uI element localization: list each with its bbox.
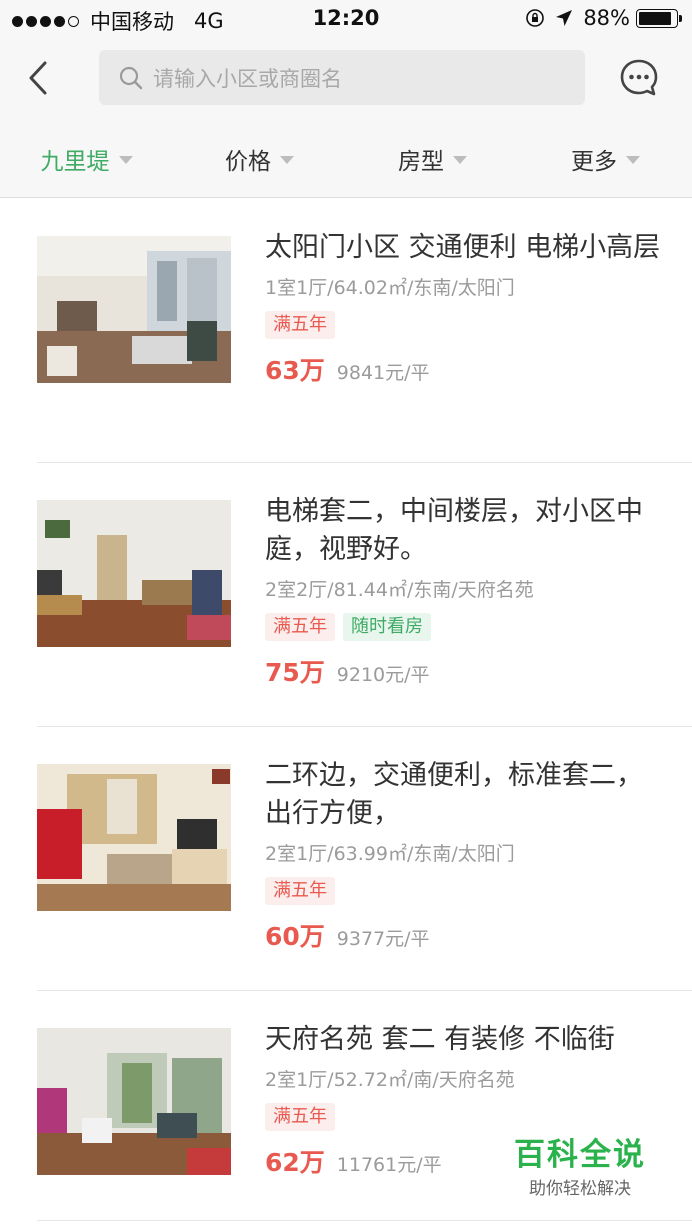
tag-five-years: 满五年 (265, 613, 335, 641)
filter-area[interactable]: 九里堤 (0, 120, 173, 197)
watermark-title: 百科全说 (508, 1125, 652, 1174)
search-input[interactable]: 请输入小区或商圈名 (99, 50, 585, 105)
caret-down-icon (280, 155, 294, 164)
listing-info: 电梯套二，中间楼层，对小区中庭，视野好。 2室2厅/81.44㎡/东南/天府名苑… (265, 493, 665, 689)
listing-price: 63万 (265, 356, 325, 385)
listing-meta: 2室2厅/81.44㎡/东南/天府名苑 (265, 579, 534, 601)
listing-unit-price: 9377元/平 (336, 928, 430, 950)
listing-meta: 2室1厅/52.72㎡/南/天府名苑 (265, 1069, 515, 1091)
listing-unit-price: 9210元/平 (336, 664, 430, 686)
search-icon (119, 66, 143, 89)
listing-item[interactable]: 太阳门小区 交通便利 电梯小高层 1室1厅/64.02㎡/东南/太阳门 满五年 … (37, 199, 692, 463)
listing-photo (37, 236, 231, 383)
listing-info: 二环边，交通便利，标准套二，出行方便， 2室1厅/63.99㎡/东南/太阳门 满… (265, 757, 665, 953)
listing-title: 电梯套二，中间楼层，对小区中庭，视野好。 (265, 496, 643, 565)
caret-down-icon (626, 155, 640, 164)
chat-bubble-icon (620, 59, 658, 96)
listing-list: 太阳门小区 交通便利 电梯小高层 1室1厅/64.02㎡/东南/太阳门 满五年 … (0, 199, 692, 1221)
listing-meta: 2室1厅/63.99㎡/东南/太阳门 (265, 843, 515, 865)
filter-layout-label: 房型 (398, 148, 444, 175)
status-bar: 中国移动 4G 12:20 88% (0, 0, 692, 40)
listing-title: 二环边，交通便利，标准套二，出行方便， (265, 760, 643, 829)
watermark-subtitle: 助你轻松解决 (523, 1174, 637, 1201)
battery-percent: 88% (583, 6, 630, 30)
tag-viewing-anytime: 随时看房 (343, 613, 431, 641)
listing-item[interactable]: 二环边，交通便利，标准套二，出行方便， 2室1厅/63.99㎡/东南/太阳门 满… (37, 727, 692, 991)
listing-meta: 1室1厅/64.02㎡/东南/太阳门 (265, 277, 515, 299)
listing-price: 62万 (265, 1148, 325, 1177)
filter-bar: 九里堤 价格 房型 更多 (0, 120, 692, 198)
price-row: 60万 9377元/平 (265, 917, 665, 953)
listing-info: 太阳门小区 交通便利 电梯小高层 1室1厅/64.02㎡/东南/太阳门 满五年 … (265, 229, 665, 387)
listing-item[interactable]: 电梯套二，中间楼层，对小区中庭，视野好。 2室2厅/81.44㎡/东南/天府名苑… (37, 463, 692, 727)
filter-price[interactable]: 价格 (173, 120, 346, 197)
back-button[interactable] (18, 56, 58, 100)
price-row: 63万 9841元/平 (265, 351, 665, 387)
search-placeholder: 请输入小区或商圈名 (153, 66, 342, 91)
listing-photo (37, 764, 231, 911)
filter-price-label: 价格 (225, 148, 271, 175)
battery-icon (636, 8, 682, 28)
listing-unit-price: 11761元/平 (336, 1154, 442, 1176)
location-arrow-icon (555, 9, 573, 27)
tag-five-years: 满五年 (265, 877, 335, 905)
listing-tags: 满五年 (265, 877, 665, 905)
listing-price: 60万 (265, 922, 325, 951)
filter-area-label: 九里堤 (40, 148, 110, 175)
tag-five-years: 满五年 (265, 311, 335, 339)
chevron-left-icon (29, 61, 47, 95)
listing-title: 太阳门小区 交通便利 电梯小高层 (265, 232, 661, 263)
price-row: 75万 9210元/平 (265, 653, 665, 689)
status-right: 88% (515, 6, 682, 30)
listing-tags: 满五年 (265, 311, 665, 339)
filter-more-label: 更多 (571, 148, 617, 175)
listing-unit-price: 9841元/平 (336, 362, 430, 384)
navbar: 请输入小区或商圈名 (0, 40, 692, 120)
filter-more[interactable]: 更多 (519, 120, 692, 197)
watermark-logo: 百科全说 助你轻松解决 (500, 1119, 660, 1205)
caret-down-icon (118, 155, 133, 164)
listing-tags: 满五年 随时看房 (265, 613, 665, 641)
listing-title: 天府名苑 套二 有装修 不临街 (265, 1024, 615, 1055)
listing-price: 75万 (265, 658, 325, 687)
tag-five-years: 满五年 (265, 1103, 335, 1131)
listing-photo (37, 1028, 231, 1175)
listing-photo (37, 500, 231, 647)
caret-down-icon (453, 155, 467, 164)
message-button[interactable] (617, 56, 661, 100)
filter-layout[interactable]: 房型 (346, 120, 519, 197)
orientation-lock-icon (525, 8, 545, 28)
